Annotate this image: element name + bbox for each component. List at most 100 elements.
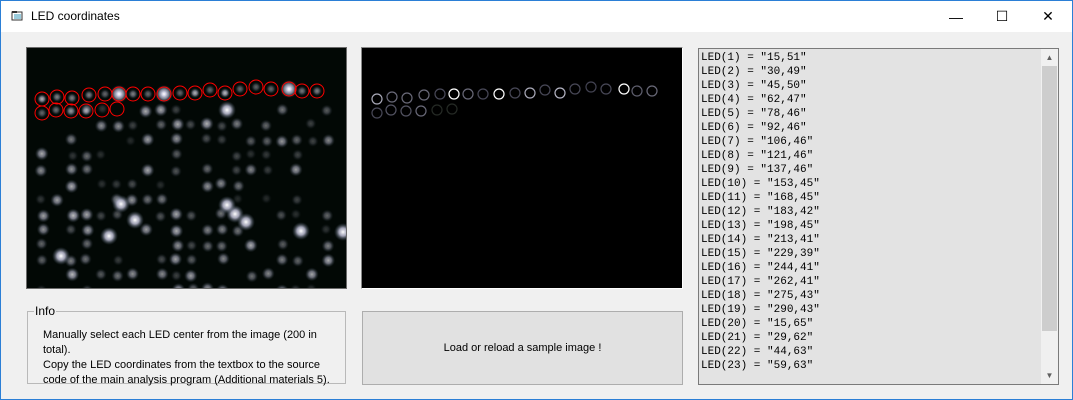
- led-spot: [36, 222, 50, 237]
- led-spot: [35, 237, 48, 250]
- led-spot: [37, 108, 47, 118]
- led-spot: [201, 162, 214, 176]
- led-line: LED(15) = "229,39": [701, 248, 820, 260]
- led-spot: [231, 150, 243, 162]
- led-spot: [275, 134, 289, 149]
- led-spot-bright: [100, 227, 118, 245]
- led-spot: [292, 149, 304, 161]
- led-spot: [81, 223, 95, 238]
- led-spot: [170, 148, 183, 161]
- led-spot: [305, 117, 317, 130]
- led-spot: [260, 193, 272, 204]
- app-icon: [11, 11, 23, 21]
- selection-preview: [361, 47, 683, 289]
- led-spot: [114, 89, 124, 99]
- led-line: LED(13) = "198,45": [701, 220, 820, 232]
- led-spot: [128, 89, 138, 99]
- led-line: LED(4) = "62,47": [701, 94, 807, 106]
- led-spot: [34, 146, 49, 161]
- led-spot: [205, 85, 215, 95]
- led-spot-bright: [237, 213, 255, 231]
- led-spot: [79, 252, 92, 266]
- led-spot: [215, 239, 228, 253]
- info-line: Manually select each LED center from the…: [43, 329, 317, 356]
- led-spot: [201, 223, 215, 237]
- led-spot-bright: [292, 222, 310, 240]
- led-line: LED(21) = "29,62": [701, 332, 814, 344]
- coordinates-textbox[interactable]: LED(1) = "15,51" LED(2) = "30,49" LED(3) =…: [698, 48, 1059, 385]
- load-image-button[interactable]: Load or reload a sample image !: [362, 311, 683, 385]
- led-spot: [307, 135, 319, 147]
- led-spot: [276, 238, 289, 251]
- led-spot: [232, 179, 245, 193]
- vertical-scrollbar[interactable]: ▲ ▼: [1041, 49, 1058, 384]
- coordinates-lines: LED(1) = "15,51" LED(2) = "30,49" LED(3) =…: [701, 51, 820, 373]
- led-line: LED(9) = "137,46": [701, 164, 814, 176]
- led-spot: [320, 223, 332, 235]
- led-line: LED(7) = "106,46": [701, 136, 814, 148]
- info-line: Copy the LED coordinates from the textbo…: [43, 359, 320, 371]
- led-spot-bright: [218, 196, 236, 214]
- led-spot: [67, 93, 77, 103]
- led-spot: [37, 94, 47, 104]
- led-spot: [321, 253, 336, 268]
- led-line: LED(23) = "59,63": [701, 360, 814, 372]
- led-spot: [95, 210, 107, 222]
- led-spot: [215, 222, 229, 236]
- led-spot: [185, 253, 198, 266]
- led-spot: [111, 269, 124, 283]
- led-spot: [126, 178, 138, 190]
- led-spot: [155, 253, 168, 266]
- led-line: LED(11) = "168,45": [701, 192, 820, 204]
- led-spot: [235, 84, 245, 94]
- led-spot: [275, 209, 288, 222]
- led-spot: [141, 193, 154, 206]
- led-spot: [126, 267, 140, 281]
- scroll-thumb[interactable]: [1042, 66, 1057, 331]
- led-spot: [290, 208, 302, 220]
- led-photo[interactable]: [27, 48, 346, 288]
- scroll-up-icon[interactable]: ▲: [1041, 49, 1058, 66]
- led-spot: [320, 104, 333, 117]
- led-spot: [245, 148, 257, 160]
- maximize-button[interactable]: ☐: [979, 1, 1025, 32]
- led-spot: [190, 88, 200, 98]
- led-spot-bright: [112, 195, 130, 213]
- led-line: LED(16) = "244,41": [701, 262, 820, 274]
- led-spot: [80, 237, 94, 250]
- led-spot: [79, 207, 94, 222]
- led-spot: [159, 89, 169, 99]
- led-spot: [110, 178, 122, 190]
- led-spot: [65, 223, 77, 236]
- led-spot: [140, 163, 155, 178]
- scroll-down-icon[interactable]: ▼: [1041, 367, 1058, 384]
- close-button[interactable]: ✕: [1025, 1, 1071, 32]
- led-spot: [127, 119, 139, 132]
- led-spot: [100, 89, 110, 99]
- led-spot: [260, 149, 272, 161]
- led-spot: [170, 165, 182, 178]
- led-spot: [216, 252, 230, 266]
- led-spot: [171, 239, 185, 253]
- led-spot: [276, 103, 289, 116]
- led-spot: [262, 164, 274, 176]
- minimize-button[interactable]: —: [933, 1, 979, 32]
- led-spot: [138, 104, 153, 119]
- led-line: LED(14) = "213,41": [701, 234, 820, 246]
- info-group-label: Info: [34, 304, 57, 318]
- led-spot: [290, 133, 303, 147]
- preview-background: [362, 48, 682, 288]
- led-spot: [244, 163, 258, 177]
- led-spot: [199, 116, 214, 131]
- led-spot: [96, 178, 108, 190]
- led-line: LED(17) = "262,41": [701, 276, 820, 288]
- led-spot: [220, 88, 230, 98]
- led-spot: [34, 164, 48, 178]
- sample-image[interactable]: [26, 47, 347, 289]
- led-spot: [65, 267, 80, 282]
- led-spot: [321, 239, 335, 253]
- title-bar: LED coordinates — ☐ ✕: [1, 1, 1072, 32]
- led-spot: [175, 88, 185, 98]
- led-line: LED(5) = "78,46": [701, 108, 807, 120]
- led-spot: [184, 269, 198, 283]
